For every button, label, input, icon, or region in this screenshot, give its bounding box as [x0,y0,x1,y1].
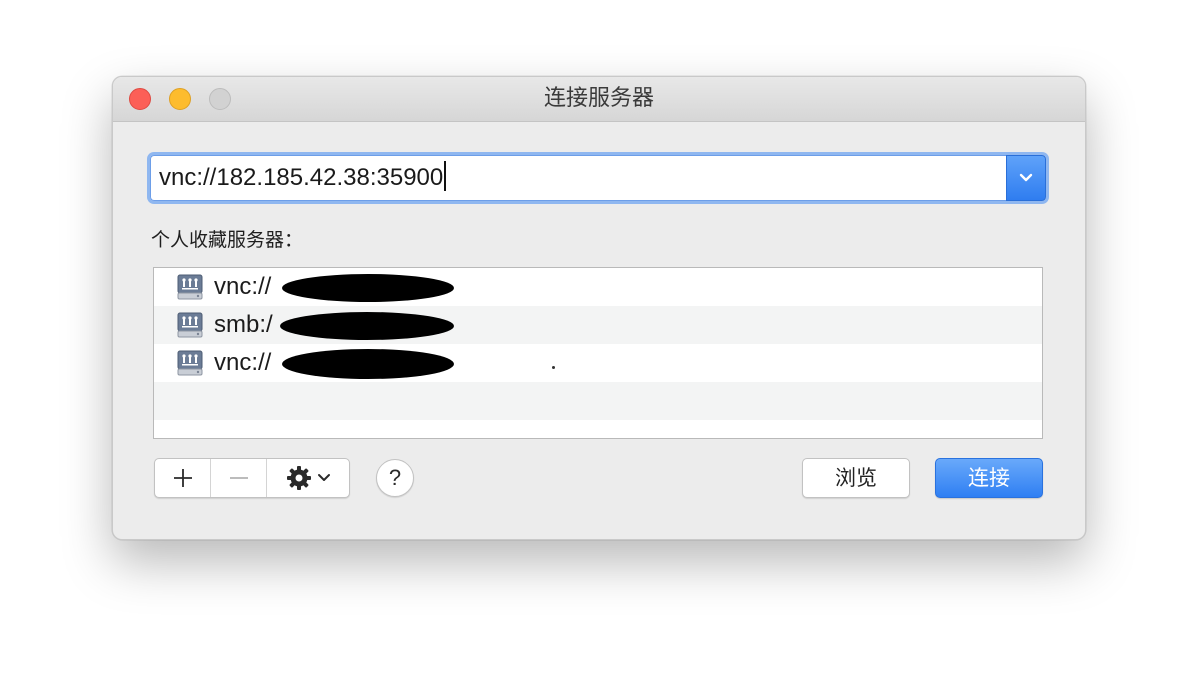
close-window-button[interactable] [129,88,151,110]
network-drive-icon [177,350,203,376]
text-caret [444,161,447,191]
browse-button[interactable]: 浏览 [802,458,910,498]
zoom-window-button[interactable] [209,88,231,110]
server-address-value: vnc://182.185.42.38:35900 [159,164,444,191]
favorite-server-row[interactable]: vnc:// [154,268,1042,306]
plus-icon [173,469,192,487]
favorite-server-url: smb:/ [214,311,273,338]
window-title: 连接服务器 [543,86,654,111]
redacted-area [282,349,454,379]
chevron-down-icon [318,474,330,481]
add-favorite-button[interactable] [155,459,211,497]
favorite-server-row[interactable]: vnc:// [154,344,1042,382]
action-menu-button[interactable] [267,459,349,497]
redacted-area [282,274,454,302]
remove-favorite-button[interactable] [211,459,267,497]
help-button[interactable]: ? [376,459,414,497]
network-drive-icon [177,274,203,300]
chevron-down-icon [1019,173,1033,182]
favorite-server-row[interactable]: smb:/ [154,306,1042,344]
gear-icon [287,466,311,490]
empty-list-row [154,382,1042,420]
server-address-input[interactable]: vnc://182.185.42.38:35900 [150,155,1006,201]
favorite-servers-label: 个人收藏服务器： [151,229,304,251]
minus-icon [229,477,248,479]
favorites-edit-control [154,458,350,498]
favorite-servers-list[interactable]: vnc:// smb:/ vnc:// [153,267,1043,439]
dot-mark [552,366,555,369]
redacted-area [280,312,454,340]
favorite-server-url: vnc:// [214,273,272,300]
server-address-combobox: vnc://182.185.42.38:35900 [150,155,1046,201]
minimize-window-button[interactable] [169,88,191,110]
connect-button[interactable]: 连接 [935,458,1043,498]
title-bar[interactable]: 连接服务器 [113,77,1085,122]
favorite-server-url: vnc:// [214,349,272,376]
connect-to-server-window: 连接服务器 vnc://182.185.42.38:35900 个人收藏服务器： [112,76,1086,540]
network-drive-icon [177,312,203,338]
recent-servers-dropdown-button[interactable] [1006,155,1046,201]
